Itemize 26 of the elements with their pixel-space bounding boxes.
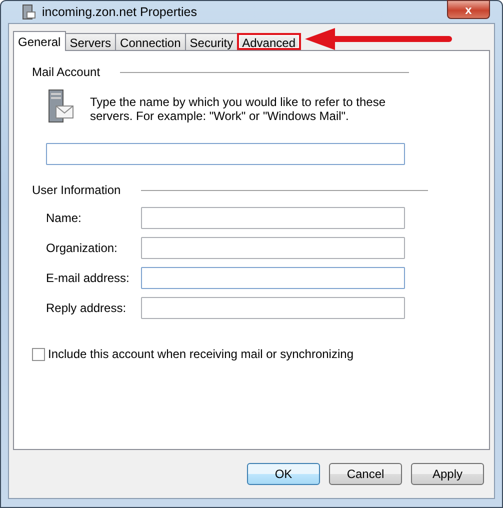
text-field[interactable] bbox=[141, 267, 405, 289]
tab[interactable]: Connection bbox=[115, 33, 186, 50]
tab[interactable]: General bbox=[13, 31, 66, 51]
tab[interactable]: Servers bbox=[64, 33, 116, 50]
checkbox[interactable] bbox=[32, 348, 45, 360]
dialog-button[interactable]: Apply bbox=[411, 463, 484, 485]
dialog-button[interactable]: Cancel bbox=[329, 463, 402, 485]
window-title: incoming.zon.net Properties bbox=[42, 4, 197, 21]
server-mail-icon bbox=[46, 89, 74, 125]
field-label: Organization: bbox=[46, 240, 118, 257]
account-name-field[interactable] bbox=[46, 143, 405, 165]
dialog-button[interactable]: OK bbox=[247, 463, 320, 485]
checkbox-label: Include this account when receiving mail or synchronizing bbox=[48, 346, 354, 363]
description-text: Type the name by which you would like to refer to these servers. For example: "Work" or "Windows Mail". bbox=[90, 94, 386, 125]
text-field[interactable] bbox=[141, 237, 405, 259]
tab[interactable]: Advanced bbox=[237, 33, 300, 50]
text-field[interactable] bbox=[141, 297, 405, 319]
server-icon bbox=[22, 4, 36, 20]
group-heading: Mail Account bbox=[32, 64, 100, 81]
text-field[interactable] bbox=[141, 207, 405, 229]
group-heading: User Information bbox=[32, 182, 121, 199]
field-label: Name: bbox=[46, 210, 82, 227]
tab[interactable]: Security bbox=[184, 33, 238, 50]
field-label: Reply address: bbox=[46, 300, 128, 317]
field-label: E-mail address: bbox=[46, 270, 130, 287]
close-button[interactable]: x bbox=[447, 0, 490, 19]
